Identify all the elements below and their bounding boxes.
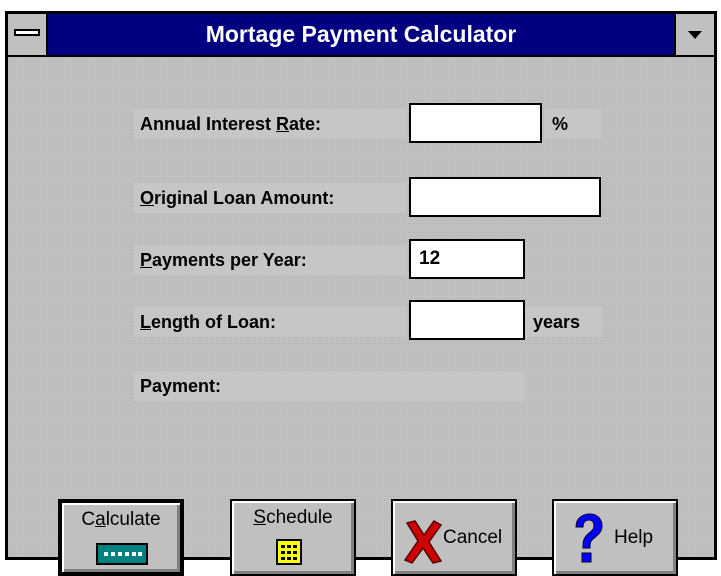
chevron-down-icon [688, 31, 702, 39]
loan-length-input[interactable] [409, 300, 525, 340]
system-menu-icon [14, 29, 40, 36]
loan-amount-input[interactable] [409, 177, 601, 217]
payments-per-year-input[interactable]: 12 [409, 239, 525, 279]
interest-rate-label: Annual Interest Rate: [134, 109, 406, 139]
interest-rate-input[interactable] [409, 103, 542, 143]
years-unit: years [525, 307, 603, 337]
window-title: Mortage Payment Calculator [205, 21, 517, 47]
help-label: Help [614, 527, 654, 548]
minimize-button[interactable] [674, 14, 714, 55]
percent-unit: % [544, 109, 601, 139]
cancel-label: Cancel [443, 527, 503, 548]
form-area: Annual Interest Rate: % Original Loan Am… [8, 57, 714, 576]
payments-per-year-label: Payments per Year: [134, 245, 406, 275]
payment-output: Payment: [134, 371, 525, 401]
loan-length-label: Length of Loan: [134, 307, 406, 337]
x-mark-icon [403, 520, 443, 564]
calculator-window: Mortage Payment Calculator Annual Intere… [5, 11, 717, 576]
help-button[interactable]: Help [552, 499, 678, 576]
calendar-icon [276, 539, 302, 565]
title-bar[interactable]: Mortage Payment Calculator [8, 14, 714, 57]
calculate-button[interactable]: Calculate [58, 499, 184, 576]
loan-amount-label: Original Loan Amount: [134, 183, 406, 213]
system-menu-button[interactable] [8, 14, 48, 55]
cancel-button[interactable]: Cancel [391, 499, 517, 576]
payment-label: Payment: [140, 376, 222, 396]
calculator-icon [96, 543, 148, 565]
question-mark-icon [575, 513, 603, 563]
schedule-button[interactable]: Schedule [230, 499, 356, 576]
